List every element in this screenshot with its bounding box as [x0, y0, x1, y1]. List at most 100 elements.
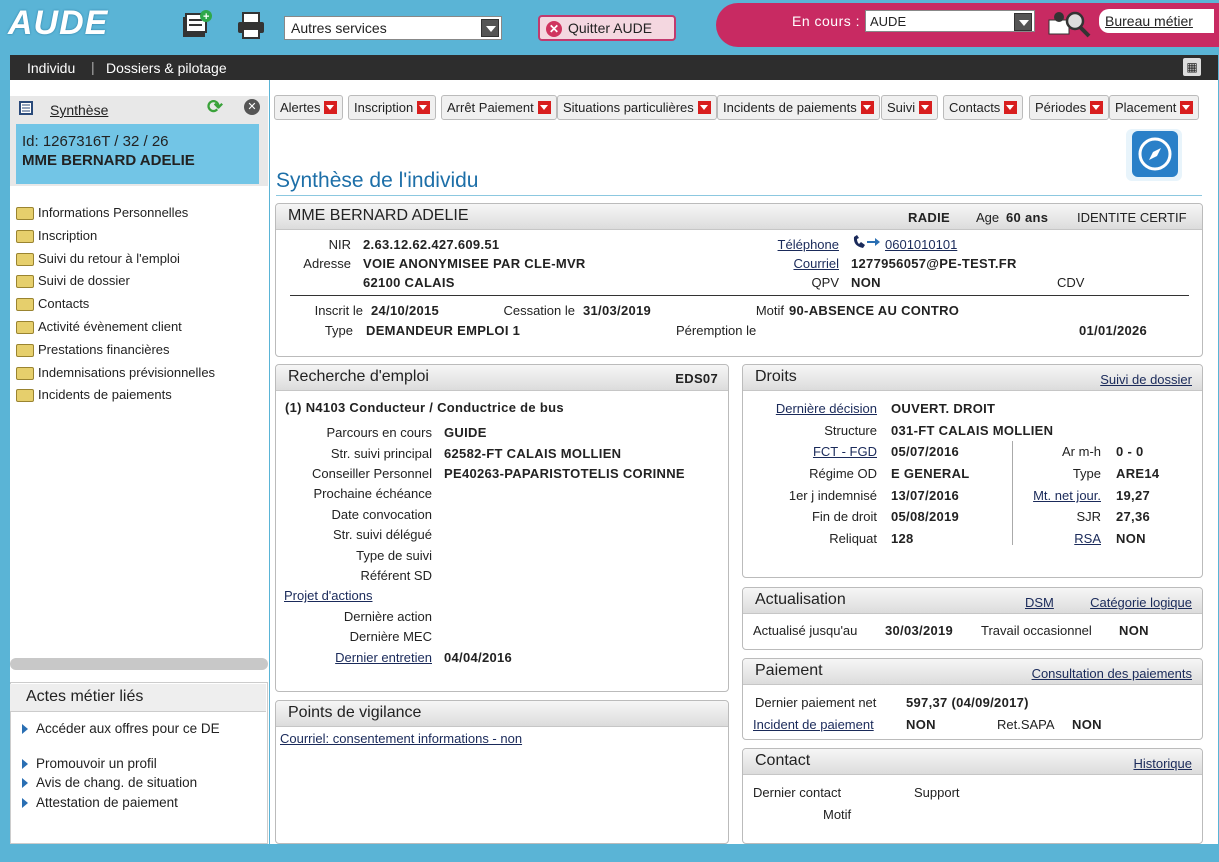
dernier-paiement-label: Dernier paiement net — [755, 695, 877, 710]
tab-periodes[interactable]: Périodes — [1029, 95, 1110, 120]
telephone-link[interactable]: Téléphone — [778, 237, 839, 252]
acte-attestation-paiement[interactable]: Attestation de paiement — [22, 795, 178, 810]
refresh-icon[interactable]: ⟳ — [207, 96, 229, 118]
close-icon[interactable]: ✕ — [244, 99, 260, 115]
tab-contacts[interactable]: Contacts — [943, 95, 1024, 120]
sidebar-item[interactable]: Contacts — [16, 296, 89, 312]
dernier-entretien-link[interactable]: Dernier entretien — [335, 650, 432, 665]
tab-incidents-paiements[interactable]: Incidents de paiements — [717, 95, 880, 120]
derniere-decision-link[interactable]: Dernière décision — [776, 401, 877, 416]
contact-header: Contact Historique — [743, 749, 1202, 775]
bureau-metier-link[interactable]: Bureau métier — [1099, 9, 1214, 33]
sidebar-item[interactable]: Informations Personnelles — [16, 205, 188, 221]
tab-placement[interactable]: Placement — [1109, 95, 1200, 120]
tab-suivi[interactable]: Suivi — [881, 95, 939, 120]
cessation-value: 31/03/2019 — [583, 303, 652, 318]
encours-value: AUDE — [870, 14, 907, 29]
fin-droit-label: Fin de droit — [811, 509, 877, 524]
sidebar-item[interactable]: Inscription — [16, 228, 97, 244]
mt-net-jour-link[interactable]: Mt. net jour. — [1033, 488, 1101, 503]
paiement-title: Paiement — [755, 662, 823, 679]
individu-id: Id: 1267316T / 32 / 26 — [22, 133, 169, 150]
suivi-dossier-link[interactable]: Suivi de dossier — [1100, 372, 1192, 387]
nav-individu[interactable]: Individu — [27, 60, 75, 76]
jindemnise-value: 13/07/2016 — [891, 488, 960, 503]
rsa-link[interactable]: RSA — [1074, 531, 1101, 546]
contact-title: Contact — [755, 752, 811, 769]
derniere-decision-value: OUVERT. DROIT — [891, 401, 996, 416]
rsa-value: NON — [1116, 531, 1146, 546]
chevron-down-icon — [417, 101, 431, 115]
folder-icon — [16, 230, 34, 244]
courriel-link[interactable]: Courriel — [793, 256, 839, 271]
sidebar-item[interactable]: Activité évènement client — [16, 319, 182, 335]
incident-paiement-value: NON — [906, 717, 936, 732]
vigilance-header: Points de vigilance — [276, 701, 728, 727]
folder-icon — [16, 367, 34, 381]
identity-name: MME BERNARD ADELIE — [288, 207, 469, 224]
encours-select[interactable]: AUDE — [865, 10, 1035, 32]
cessation-label: Cessation le — [503, 303, 575, 318]
sidebar-item[interactable]: Indemnisations prévisionnelles — [16, 365, 215, 381]
chevron-down-icon — [537, 101, 551, 115]
reliquat-label: Reliquat — [829, 531, 877, 546]
type-label: Type — [324, 323, 353, 338]
ret-sapa-label: Ret.SAPA — [997, 717, 1055, 732]
print-icon[interactable] — [234, 8, 268, 42]
adresse-label: Adresse — [303, 256, 351, 271]
folder-icon — [16, 207, 34, 221]
phone-icon[interactable] — [851, 234, 881, 250]
nir-label: NIR — [328, 237, 351, 252]
folder-icon — [16, 253, 34, 267]
sidebar-item-label: Suivi de dossier — [38, 273, 130, 288]
synthese-link[interactable]: Synthèse — [50, 102, 108, 118]
nav-dossiers-pilotage[interactable]: Dossiers & pilotage — [106, 60, 227, 76]
tab-alertes[interactable]: Alertes — [274, 95, 344, 120]
sidebar-item[interactable]: Incidents de paiements — [16, 387, 172, 403]
paiement-panel: Paiement Consultation des paiements Dern… — [742, 658, 1203, 740]
identity-header: MME BERNARD ADELIE RADIE Age 60 ans IDEN… — [276, 204, 1202, 230]
services-select[interactable]: Autres services — [284, 16, 502, 40]
contact-panel: Contact Historique Dernier contact Suppo… — [742, 748, 1203, 844]
projet-actions-link[interactable]: Projet d'actions — [284, 588, 372, 603]
historique-link[interactable]: Historique — [1133, 756, 1192, 771]
sidebar-item[interactable]: Prestations financières — [16, 342, 170, 358]
tab-label: Inscription — [354, 100, 414, 115]
quit-button[interactable]: ✕ Quitter AUDE — [538, 15, 676, 41]
qpv-label: QPV — [811, 275, 839, 290]
vigilance-item-link[interactable]: Courriel: consentement informations - no… — [280, 731, 522, 746]
new-document-icon[interactable]: + — [180, 8, 214, 42]
acte-acceder-offres[interactable]: Accéder aux offres pour ce DE — [22, 721, 222, 736]
tab-label: Placement — [1115, 100, 1177, 115]
actualise-value: 30/03/2019 — [885, 623, 954, 638]
recherche-row-label: Type de suivi — [356, 548, 432, 563]
tab-situations-particulieres[interactable]: Situations particulières — [557, 95, 717, 120]
incident-paiement-link[interactable]: Incident de paiement — [753, 717, 874, 732]
dsm-link[interactable]: DSM — [1025, 595, 1054, 610]
left-scrollbar[interactable] — [10, 658, 268, 670]
recherche-emploi-panel: Recherche d'emploi EDS07 (1) N4103 Condu… — [275, 364, 729, 692]
acte-avis-changement[interactable]: Avis de chang. de situation — [22, 775, 197, 790]
sitemap-icon[interactable]: ▦ — [1183, 58, 1201, 76]
sidebar-item[interactable]: Suivi du retour à l'emploi — [16, 251, 180, 267]
tab-inscription[interactable]: Inscription — [348, 95, 437, 120]
tab-arret-paiement[interactable]: Arrêt Paiement — [441, 95, 557, 120]
folder-icon — [16, 321, 34, 335]
regime-value: E GENERAL — [891, 466, 970, 481]
aude-logo: AUDE — [8, 4, 109, 42]
search-person-icon[interactable] — [1047, 8, 1091, 38]
sjr-value: 27,36 — [1116, 509, 1151, 524]
telephone-value[interactable]: 0601010101 — [885, 237, 957, 252]
fct-fgd-link[interactable]: FCT - FGD — [813, 444, 877, 459]
categorie-logique-link[interactable]: Catégorie logique — [1090, 595, 1192, 610]
identite-status: IDENTITE CERTIF — [1077, 210, 1187, 225]
acte-promouvoir-profil[interactable]: Promouvoir un profil — [22, 756, 157, 771]
contact-motif-label: Motif — [823, 807, 852, 822]
reliquat-value: 128 — [891, 531, 914, 546]
consultation-paiements-link[interactable]: Consultation des paiements — [1032, 666, 1192, 681]
adresse-line2: 62100 CALAIS — [363, 275, 455, 290]
sidebar-item[interactable]: Suivi de dossier — [16, 273, 130, 289]
age-label: Age — [976, 210, 1000, 225]
compass-icon[interactable] — [1132, 131, 1178, 177]
recherche-code: EDS07 — [675, 371, 718, 386]
